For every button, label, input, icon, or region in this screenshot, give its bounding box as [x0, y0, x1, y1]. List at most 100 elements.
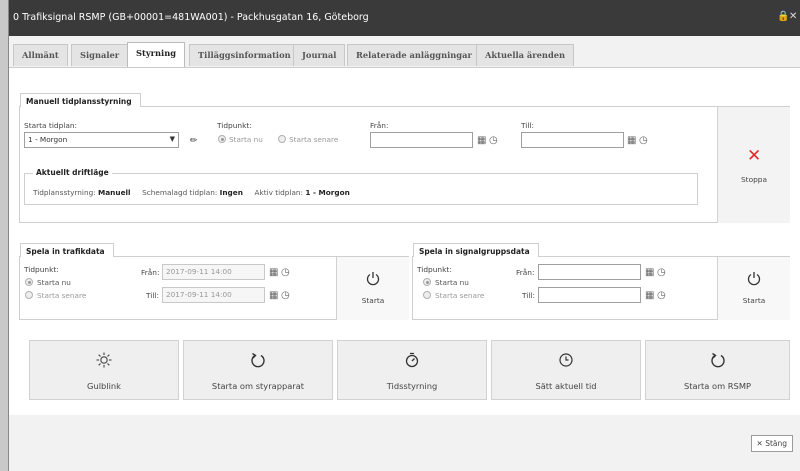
clock-icon[interactable]: ◷: [281, 268, 290, 278]
status-key-schedule-control: Tidplansstyrning:: [33, 188, 96, 197]
signal-to-input[interactable]: [538, 287, 641, 303]
record-signal-panel: Spela in signalgruppsdata Tidpunkt: Star…: [412, 243, 790, 320]
time-control-label: Tidsstyrning: [386, 381, 438, 391]
status-value-scheduled: Ingen: [219, 188, 243, 197]
flashing-yellow-button[interactable]: Gulblink: [29, 340, 179, 400]
flashing-yellow-label: Gulblink: [87, 381, 121, 391]
traffic-time-label: Tidpunkt:: [24, 265, 59, 274]
time-control-button[interactable]: Tidsstyrning: [337, 340, 487, 400]
signal-from-input[interactable]: [538, 264, 641, 280]
clock-icon[interactable]: ◷: [639, 136, 648, 146]
signal-from-label: Från:: [516, 268, 535, 277]
traffic-radio-start-later-label: Starta senare: [37, 291, 87, 300]
current-status-box: Aktuellt driftläge Tidplansstyrning: Man…: [24, 168, 698, 205]
x-icon: ✕: [747, 146, 762, 166]
schedule-select-value: 1 - Morgon: [28, 135, 68, 144]
timer-icon: [405, 352, 419, 368]
signal-to-label: Till:: [522, 291, 535, 300]
manual-to-input[interactable]: [521, 132, 624, 148]
sun-icon: [96, 352, 112, 368]
manual-from-input[interactable]: [370, 132, 473, 148]
start-schedule-label: Starta tidplan:: [24, 121, 78, 130]
record-traffic-panel: Spela in trafikdata Tidpunkt: Starta nu …: [19, 243, 409, 320]
manual-to-label: Till:: [521, 121, 534, 130]
radio-start-later[interactable]: [278, 135, 286, 143]
traffic-from-input[interactable]: 2017-09-11 14:00: [162, 264, 265, 280]
restart-controller-label: Starta om styrapparat: [211, 381, 305, 391]
radio-start-now-label: Starta nu: [229, 135, 263, 144]
dialog-window: 0 Trafiksignal RSMP (GB+00001=481WA001) …: [8, 0, 800, 471]
calendar-icon[interactable]: ▦: [645, 291, 654, 301]
traffic-start-label: Starta: [361, 296, 385, 305]
record-signal-title: Spela in signalgruppsdata: [413, 243, 539, 257]
signal-radio-start-now[interactable]: [423, 278, 431, 286]
calendar-icon[interactable]: ▦: [645, 268, 654, 278]
restart-controller-button[interactable]: Starta om styrapparat: [183, 340, 333, 400]
clock-icon[interactable]: ◷: [489, 136, 498, 146]
signal-radio-start-now-label: Starta nu: [435, 278, 469, 287]
close-button[interactable]: ✕ Stäng: [750, 435, 793, 452]
manual-from-label: Från:: [370, 121, 389, 130]
traffic-radio-start-later[interactable]: [25, 291, 33, 299]
stop-button-label: Stoppa: [740, 175, 768, 184]
clock-icon[interactable]: ◷: [657, 291, 666, 301]
schedule-select[interactable]: 1 - Morgon ▼: [24, 132, 179, 148]
stop-button[interactable]: ✕ Stoppa: [717, 107, 790, 223]
power-icon: [747, 272, 761, 286]
signal-start-label: Starta: [742, 296, 766, 305]
signal-time-label: Tidpunkt:: [417, 265, 452, 274]
status-value-schedule-control: Manuell: [98, 188, 131, 197]
traffic-radio-start-now[interactable]: [25, 278, 33, 286]
close-button-label: Stäng: [765, 439, 787, 448]
close-icon[interactable]: ✕: [789, 11, 797, 22]
pencil-icon[interactable]: ✏: [190, 136, 198, 146]
radio-start-now[interactable]: [218, 135, 226, 143]
lock-icon[interactable]: 🔒: [777, 11, 789, 22]
traffic-to-input[interactable]: 2017-09-11 14:00: [162, 287, 265, 303]
traffic-radio-start-now-label: Starta nu: [37, 278, 71, 287]
manual-schedule-panel: Manuell tidplansstyrning Starta tidplan:…: [19, 93, 790, 223]
clock-icon[interactable]: ◷: [281, 291, 290, 301]
current-status-title: Aktuellt driftläge: [33, 168, 112, 177]
restart-rsmp-button[interactable]: Starta om RSMP: [645, 340, 790, 400]
calendar-icon[interactable]: ▦: [477, 136, 486, 146]
window-title: 0 Trafiksignal RSMP (GB+00001=481WA001) …: [13, 12, 369, 23]
clock-icon: [559, 353, 573, 367]
tab-styrning[interactable]: Styrning: [127, 42, 186, 67]
traffic-from-label: Från:: [141, 268, 160, 277]
tab-relaterade-anlaggningar[interactable]: Relaterade anläggningar: [347, 44, 481, 66]
chevron-down-icon: ▼: [169, 135, 175, 143]
set-current-time-label: Sätt aktuell tid: [535, 381, 597, 391]
status-line: Tidplansstyrning: Manuell Schemalagd tid…: [33, 188, 350, 197]
status-key-scheduled: Schemalagd tidplan:: [142, 188, 218, 197]
tab-content-styrning: Manuell tidplansstyrning Starta tidplan:…: [9, 67, 800, 415]
record-traffic-title: Spela in trafikdata: [20, 243, 114, 257]
restart-rsmp-label: Starta om RSMP: [684, 381, 751, 391]
title-bar: 0 Trafiksignal RSMP (GB+00001=481WA001) …: [9, 0, 800, 36]
power-icon: [366, 272, 380, 286]
close-icon: ✕: [756, 439, 763, 448]
tab-aktuella-arenden[interactable]: Aktuella ärenden: [476, 44, 575, 66]
restart-icon: [251, 352, 265, 368]
signal-start-button[interactable]: Starta: [717, 257, 790, 320]
calendar-icon[interactable]: ▦: [269, 291, 278, 301]
tab-journal[interactable]: Journal: [293, 44, 346, 66]
traffic-to-label: Till:: [146, 291, 159, 300]
tab-tillaggsinformation[interactable]: Tilläggsinformation: [189, 44, 300, 66]
set-current-time-button[interactable]: Sätt aktuell tid: [491, 340, 641, 400]
status-key-active: Aktiv tidplan:: [254, 188, 303, 197]
restart-icon: [710, 352, 725, 368]
signal-radio-start-later[interactable]: [423, 291, 431, 299]
status-value-active: 1 - Morgon: [305, 188, 350, 197]
radio-start-later-label: Starta senare: [289, 135, 339, 144]
traffic-start-button[interactable]: Starta: [336, 257, 409, 320]
calendar-icon[interactable]: ▦: [269, 268, 278, 278]
tab-signaler[interactable]: Signaler: [71, 44, 129, 66]
calendar-icon[interactable]: ▦: [627, 136, 636, 146]
manual-time-label: Tidpunkt:: [217, 121, 252, 130]
clock-icon[interactable]: ◷: [657, 268, 666, 278]
tab-allmant[interactable]: Allmänt: [13, 44, 68, 66]
dialog-footer: ✕ Stäng: [9, 415, 800, 471]
signal-radio-start-later-label: Starta senare: [435, 291, 485, 300]
tab-bar: Allmänt Signaler Styrning Tilläggsinform…: [9, 36, 800, 68]
